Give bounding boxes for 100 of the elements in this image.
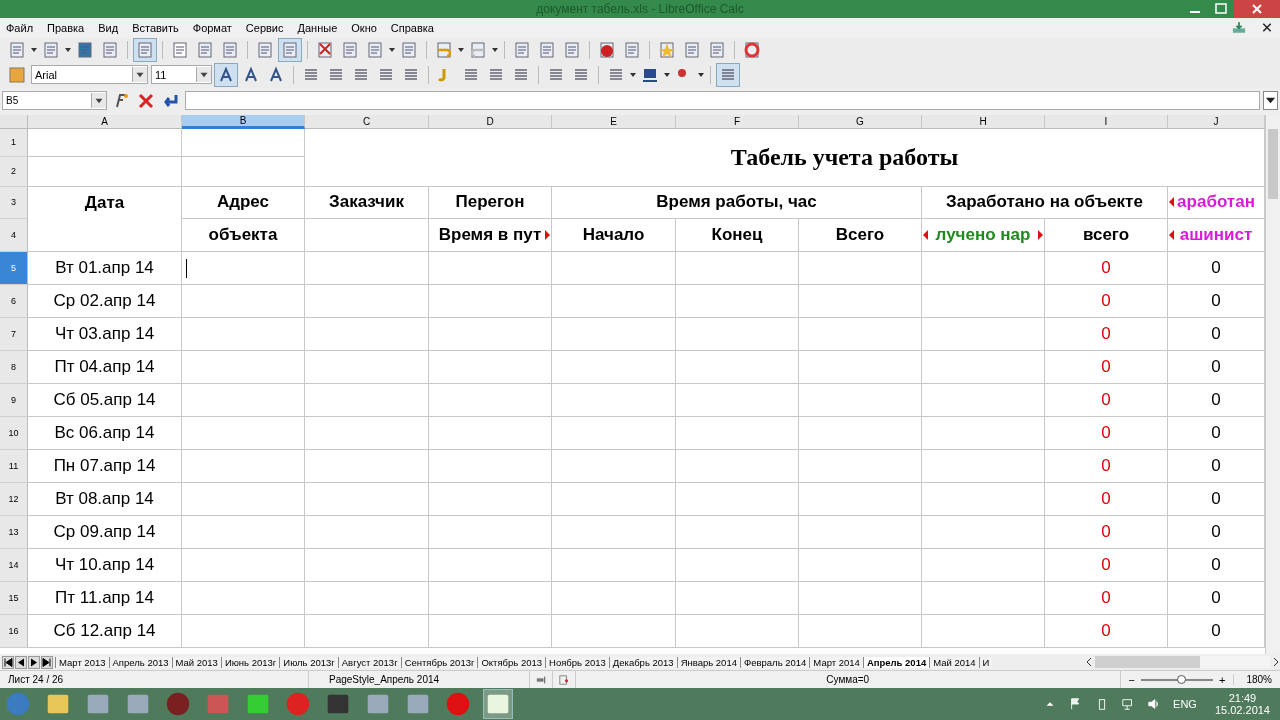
empty-cell[interactable] (676, 251, 799, 285)
header-cell[interactable]: Адрес (182, 186, 305, 219)
row-header[interactable]: 10 (0, 416, 28, 450)
empty-cell[interactable] (799, 515, 922, 549)
number-cell[interactable]: 0 (1045, 548, 1168, 582)
empty-cell[interactable] (552, 449, 676, 483)
menu-item[interactable]: Данные (297, 21, 338, 34)
empty-cell[interactable] (799, 317, 922, 351)
empty-cell[interactable] (182, 383, 305, 417)
empty-cell[interactable] (552, 251, 676, 285)
empty-cell[interactable] (305, 251, 429, 285)
sheet-tab[interactable]: Май 2014 (929, 656, 979, 668)
date-cell[interactable]: Ср 09.апр 14 (28, 515, 182, 549)
empty-cell[interactable] (305, 482, 429, 516)
date-cell[interactable]: Вт 01.апр 14 (28, 251, 182, 285)
scroll-right-icon[interactable] (1272, 657, 1280, 668)
empty-cell[interactable] (305, 383, 429, 417)
column-header[interactable]: E (552, 114, 676, 129)
sheet-tab[interactable]: И (978, 656, 993, 668)
menu-item[interactable]: Вид (98, 21, 119, 34)
menu-item[interactable]: Правка (47, 21, 85, 34)
empty-cell[interactable] (429, 548, 552, 582)
edit-icon[interactable] (134, 38, 156, 61)
row-header[interactable]: 9 (0, 383, 28, 417)
menu-item[interactable]: Файл (6, 21, 34, 34)
column-header[interactable]: C (305, 114, 429, 129)
empty-cell[interactable] (799, 284, 922, 318)
empty-cell[interactable] (676, 383, 799, 417)
zoom-slider-thumb[interactable] (1176, 674, 1186, 684)
column-header[interactable]: D (429, 114, 552, 129)
empty-cell[interactable] (922, 383, 1045, 417)
empty-cell[interactable] (182, 128, 305, 157)
menu-item[interactable]: Окно (351, 21, 377, 34)
sheet-tab[interactable]: Июнь 2013г (220, 656, 280, 668)
column-header[interactable]: G (799, 114, 922, 129)
clock-date[interactable]: 15.02.2014 (1214, 704, 1270, 717)
number-cell[interactable]: 0 (1045, 482, 1168, 516)
scrollbar-thumb[interactable] (1095, 656, 1200, 669)
number-cell[interactable]: 0 (1045, 416, 1168, 450)
date-cell[interactable]: Пн 07.апр 14 (28, 449, 182, 483)
sheet-tab[interactable]: Январь 2014 (676, 656, 740, 668)
column-header[interactable]: A (28, 114, 182, 129)
sheet-tab[interactable]: Май 2013 (171, 656, 221, 668)
header-cell[interactable]: всего (1045, 218, 1168, 252)
header-cell[interactable]: объекта (182, 218, 305, 252)
empty-cell[interactable] (676, 581, 799, 615)
empty-cell[interactable] (922, 614, 1045, 648)
empty-cell[interactable] (429, 350, 552, 384)
header-cell[interactable]: лучено нар (922, 218, 1045, 252)
empty-cell[interactable] (799, 416, 922, 450)
download-icon[interactable] (1232, 21, 1246, 35)
language-indicator[interactable]: ENG (1173, 698, 1197, 711)
header-cell[interactable]: Перегон (429, 186, 552, 219)
sheet-tab[interactable]: Сентябрь 2013г (400, 656, 478, 668)
empty-cell[interactable] (552, 515, 676, 549)
header-cell[interactable]: Время в пут (429, 218, 552, 252)
empty-cell[interactable] (799, 614, 922, 648)
row-header[interactable]: 8 (0, 350, 28, 384)
empty-cell[interactable] (429, 251, 552, 285)
menu-item[interactable]: Сервис (245, 21, 284, 34)
scroll-left-icon[interactable] (1085, 657, 1093, 668)
number-cell[interactable]: 0 (1045, 581, 1168, 615)
row-header[interactable]: 5 (0, 251, 28, 285)
sheet-tab[interactable]: Июль 2013г (279, 656, 338, 668)
sheet-tab[interactable]: Март 2014 (809, 656, 863, 668)
date-cell[interactable]: Вт 08.апр 14 (28, 482, 182, 516)
empty-cell[interactable] (922, 251, 1045, 285)
empty-cell[interactable] (922, 317, 1045, 351)
empty-cell[interactable] (429, 614, 552, 648)
empty-cell[interactable] (676, 548, 799, 582)
row-header[interactable]: 14 (0, 548, 28, 582)
header-cell[interactable]: Время работы, час (552, 186, 922, 219)
empty-cell[interactable] (182, 449, 305, 483)
date-cell[interactable]: Чт 03.апр 14 (28, 317, 182, 351)
empty-cell[interactable] (182, 581, 305, 615)
number-cell[interactable]: 0 (1045, 350, 1168, 384)
header-cell[interactable]: Дата (28, 186, 182, 252)
last-sheet-icon[interactable] (41, 655, 53, 669)
sheet-tab[interactable]: Ноябрь 2013 (545, 656, 609, 668)
empty-cell[interactable] (676, 515, 799, 549)
column-header[interactable]: J (1168, 114, 1265, 129)
row-header[interactable]: 16 (0, 614, 28, 648)
row-header[interactable]: 2 (0, 156, 28, 187)
zoom-in-button[interactable]: + (1219, 673, 1226, 686)
previous-sheet-icon[interactable] (15, 655, 27, 669)
column-header[interactable]: I (1045, 114, 1168, 129)
empty-cell[interactable] (182, 515, 305, 549)
empty-cell[interactable] (799, 350, 922, 384)
empty-cell[interactable] (676, 317, 799, 351)
number-cell[interactable]: 0 (1045, 383, 1168, 417)
empty-cell[interactable] (799, 251, 922, 285)
sheet-tab[interactable]: Декабрь 2013 (608, 656, 677, 668)
header-cell[interactable]: Конец (676, 218, 799, 252)
sheet-tab[interactable]: Февраль 2014 (739, 656, 810, 668)
empty-cell[interactable] (305, 218, 429, 252)
empty-cell[interactable] (676, 449, 799, 483)
empty-cell[interactable] (182, 284, 305, 318)
menu-item[interactable]: Формат (192, 21, 232, 34)
date-cell[interactable]: Вс 06.апр 14 (28, 416, 182, 450)
empty-cell[interactable] (552, 416, 676, 450)
